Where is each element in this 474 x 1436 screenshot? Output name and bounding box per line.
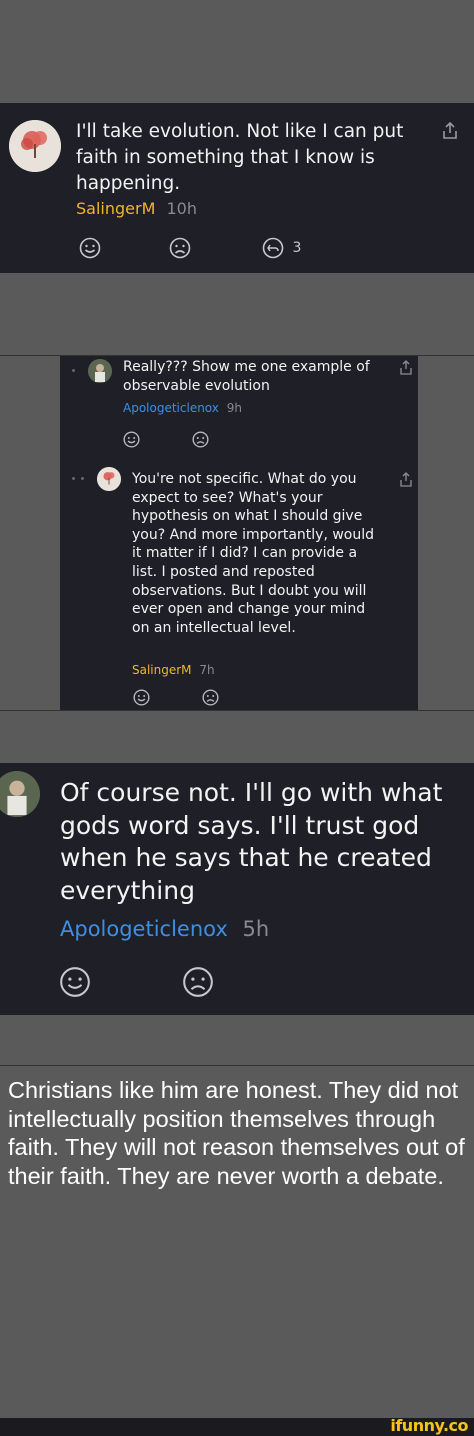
smile-icon[interactable] — [133, 689, 150, 706]
tree-avatar-icon — [97, 467, 121, 491]
reply-text: You're not specific. What do you expect … — [132, 471, 375, 636]
avatar[interactable] — [97, 467, 121, 491]
person-avatar-icon — [0, 771, 40, 817]
timestamp: 9h — [226, 401, 242, 415]
smile-icon[interactable] — [79, 237, 101, 259]
share-icon[interactable] — [441, 121, 459, 141]
frown-icon[interactable] — [182, 966, 214, 998]
divider — [0, 1065, 474, 1066]
comment-text: I'll take evolution. Not like I can put … — [76, 121, 404, 194]
avatar[interactable] — [9, 120, 61, 172]
username[interactable]: SalingerM — [76, 199, 155, 218]
caption-text: Christians like him are honest. They did… — [8, 1077, 465, 1189]
thread-indent-dot — [81, 477, 84, 480]
divider — [0, 710, 474, 711]
thread-indent-dot — [72, 477, 75, 480]
frown-icon[interactable] — [169, 237, 191, 259]
timestamp: 7h — [199, 663, 215, 677]
share-icon[interactable] — [399, 360, 413, 376]
comment-text: Of course not. I'll go with what gods wo… — [60, 778, 443, 905]
tree-avatar-icon — [9, 120, 61, 172]
comment-meta: SalingerM 10h — [76, 199, 197, 218]
username[interactable]: Apologeticlenox — [123, 401, 219, 415]
reply-count: 3 — [292, 239, 302, 256]
reply-meta: SalingerM 7h — [132, 663, 215, 677]
reply-button[interactable]: 3 — [262, 237, 301, 259]
comment-card-salingerm: I'll take evolution. Not like I can put … — [0, 103, 474, 273]
frown-icon[interactable] — [202, 689, 219, 706]
watermark-bar: ifunny.co — [0, 1416, 474, 1436]
ifunny-watermark[interactable]: ifunny.co — [390, 1416, 468, 1435]
reply-thread-card: Really??? Show me one example of observa… — [60, 356, 418, 710]
username[interactable]: SalingerM — [132, 663, 192, 677]
smile-icon[interactable] — [59, 966, 91, 998]
username[interactable]: Apologeticlenox — [60, 917, 228, 941]
reply-icon — [262, 237, 284, 259]
comment-card-apologeticlenox: Of course not. I'll go with what gods wo… — [0, 763, 474, 1015]
person-avatar-icon — [88, 359, 112, 383]
comment-meta: Apologeticlenox 5h — [60, 917, 269, 942]
reply-meta: Apologeticlenox 9h — [123, 401, 242, 415]
thread-indent-dot — [72, 369, 75, 372]
avatar[interactable] — [88, 359, 112, 383]
timestamp: 5h — [242, 917, 270, 941]
frown-icon[interactable] — [192, 431, 209, 448]
avatar[interactable] — [0, 771, 40, 817]
smile-icon[interactable] — [123, 431, 140, 448]
reply-text: Really??? Show me one example of observa… — [123, 359, 370, 394]
timestamp: 10h — [166, 199, 197, 218]
share-icon[interactable] — [399, 472, 413, 488]
